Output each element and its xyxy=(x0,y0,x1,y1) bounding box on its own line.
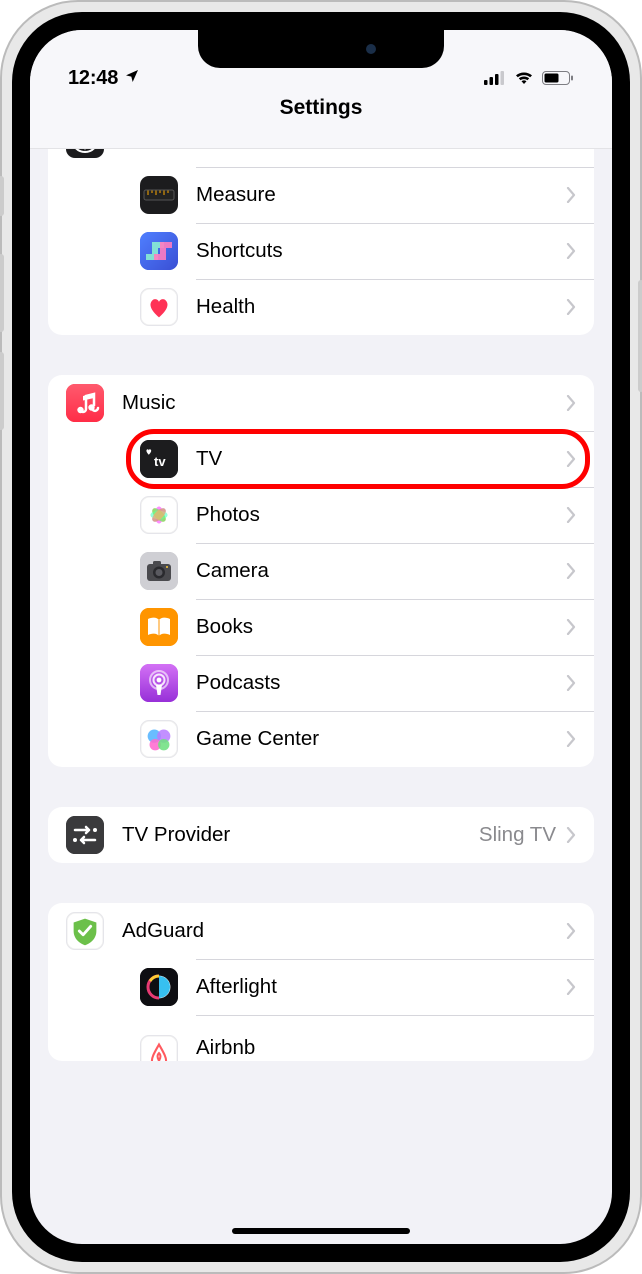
cellular-icon xyxy=(484,71,506,90)
settings-row-label: Photos xyxy=(196,503,566,527)
settings-row-camera[interactable]: Camera xyxy=(122,543,594,599)
wifi-icon xyxy=(514,71,534,90)
chevron-right-icon xyxy=(566,979,578,995)
settings-row-label: Compass xyxy=(122,149,566,151)
tv-icon: tv xyxy=(140,440,178,478)
battery-icon xyxy=(542,71,574,90)
settings-row-podcasts[interactable]: Podcasts xyxy=(122,655,594,711)
chevron-right-icon xyxy=(566,187,578,203)
settings-scrollview[interactable]: Compass Measure Shortcuts Health Music tv TV Ph… xyxy=(30,149,612,1244)
chevron-right-icon xyxy=(566,923,578,939)
chevron-right-icon xyxy=(566,619,578,635)
settings-row-label: TV xyxy=(196,447,566,471)
airbnb-icon xyxy=(140,1035,178,1061)
settings-row-label: Health xyxy=(196,295,566,319)
settings-row-photos[interactable]: Photos xyxy=(122,487,594,543)
chevron-right-icon xyxy=(566,395,578,411)
measure-icon xyxy=(140,176,178,214)
settings-row-gamecenter[interactable]: Game Center xyxy=(122,711,594,767)
chevron-right-icon xyxy=(566,731,578,747)
settings-row-label: Podcasts xyxy=(196,671,566,695)
settings-row-measure[interactable]: Measure xyxy=(122,167,594,223)
settings-row-label: TV Provider xyxy=(122,823,479,847)
chevron-right-icon xyxy=(566,675,578,691)
compass-icon xyxy=(66,149,104,158)
settings-row-tv[interactable]: tv TV xyxy=(122,431,594,487)
chevron-right-icon xyxy=(566,563,578,579)
settings-row-tvprovider[interactable]: TV ProviderSling TV xyxy=(48,807,594,863)
settings-row-label: Books xyxy=(196,615,566,639)
chevron-right-icon xyxy=(566,451,578,467)
settings-row-books[interactable]: Books xyxy=(122,599,594,655)
health-icon xyxy=(140,288,178,326)
photos-icon xyxy=(140,496,178,534)
settings-row-label: Camera xyxy=(196,559,566,583)
books-icon xyxy=(140,608,178,646)
shortcuts-icon xyxy=(140,232,178,270)
settings-row-airbnb[interactable]: Airbnb xyxy=(122,1015,594,1061)
settings-row-label: Game Center xyxy=(196,727,566,751)
status-time: 12:48 xyxy=(68,67,118,90)
nav-title: Settings xyxy=(280,96,363,120)
svg-text:tv: tv xyxy=(154,454,166,469)
settings-row-adguard[interactable]: AdGuard xyxy=(48,903,594,959)
settings-row-music[interactable]: Music xyxy=(48,375,594,431)
podcasts-icon xyxy=(140,664,178,702)
settings-row-label: Afterlight xyxy=(196,975,566,999)
chevron-right-icon xyxy=(566,507,578,523)
settings-row-shortcuts[interactable]: Shortcuts xyxy=(122,223,594,279)
music-icon xyxy=(66,384,104,422)
settings-row-afterlight[interactable]: Afterlight xyxy=(122,959,594,1015)
nav-bar: Settings xyxy=(30,94,612,149)
settings-row-compass[interactable]: Compass xyxy=(48,149,594,167)
settings-row-label: Measure xyxy=(196,183,566,207)
chevron-right-icon xyxy=(566,827,578,843)
settings-row-label: AdGuard xyxy=(122,919,566,943)
chevron-right-icon xyxy=(566,299,578,315)
adguard-icon xyxy=(66,912,104,950)
settings-row-label: Airbnb xyxy=(196,1036,578,1060)
device-notch xyxy=(198,30,444,68)
afterlight-icon xyxy=(140,968,178,1006)
chevron-right-icon xyxy=(566,243,578,259)
home-indicator[interactable] xyxy=(232,1228,410,1234)
settings-row-value: Sling TV xyxy=(479,823,556,847)
gamecenter-icon xyxy=(140,720,178,758)
camera-icon xyxy=(140,552,178,590)
settings-row-label: Shortcuts xyxy=(196,239,566,263)
location-arrow-icon xyxy=(124,67,140,90)
settings-row-health[interactable]: Health xyxy=(122,279,594,335)
settings-row-label: Music xyxy=(122,391,566,415)
tvprovider-icon xyxy=(66,816,104,854)
